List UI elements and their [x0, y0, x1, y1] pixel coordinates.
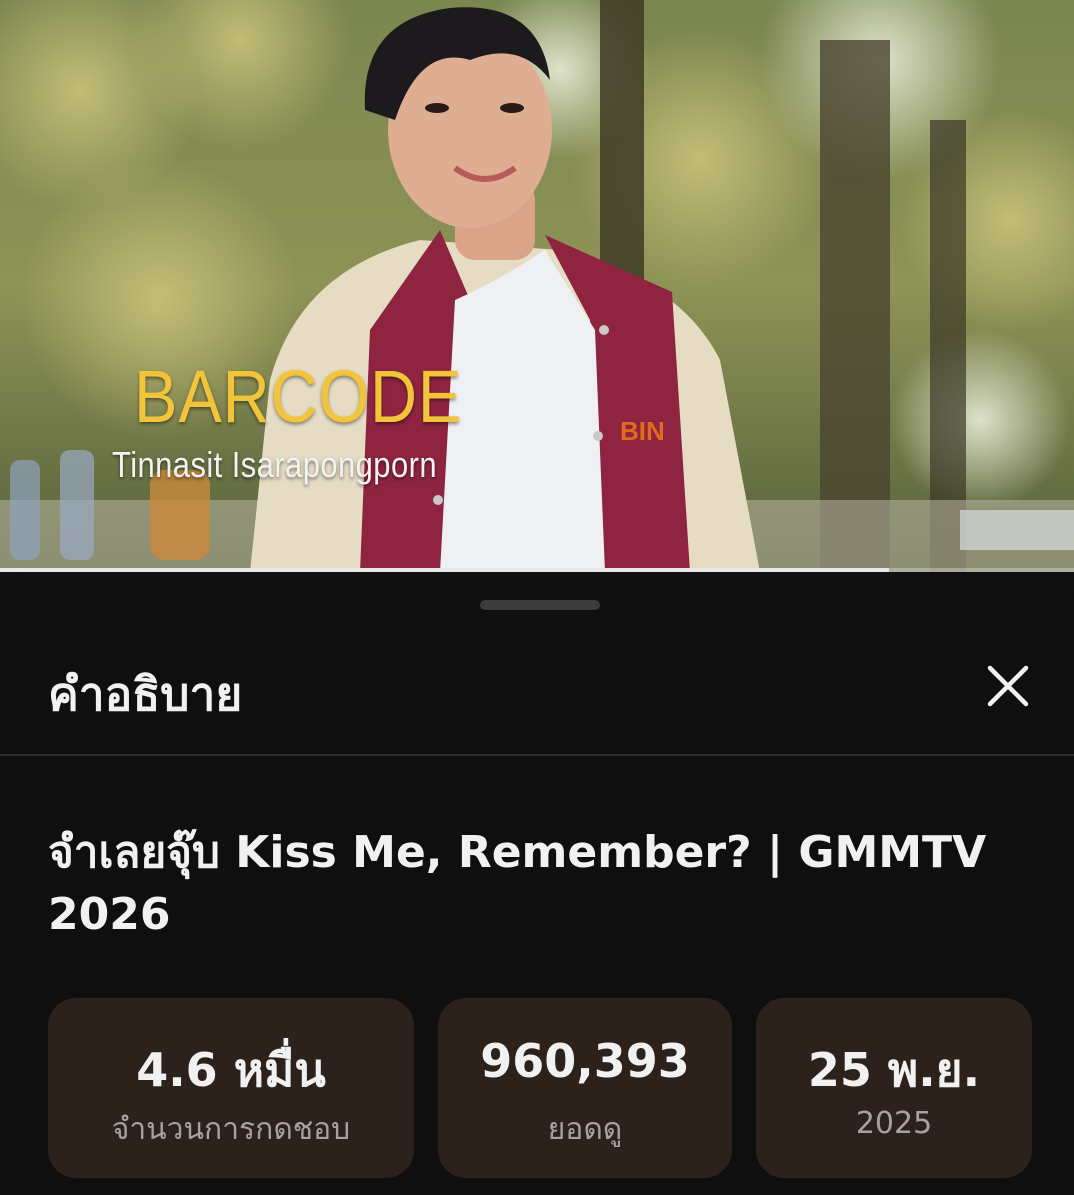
progress-bar-fill	[0, 568, 890, 572]
video-title: จำเลยจุ๊บ Kiss Me, Remember? | GMMTV 202…	[48, 827, 987, 940]
caption-subtitle: Tinnasit Isarapongporn	[112, 444, 437, 485]
views-label: ยอดดู	[547, 1112, 623, 1147]
close-icon	[987, 665, 1029, 707]
description-sheet: คำอธิบาย จำเลยจุ๊บ Kiss Me, Remember? | …	[0, 574, 1074, 1195]
upload-year: 2025	[855, 1106, 933, 1141]
close-button[interactable]	[976, 654, 1040, 718]
likes-count: 4.6 หมื่น	[136, 1043, 326, 1097]
date-stat-card: 25 พ.ย. 2025	[756, 998, 1032, 1178]
video-player[interactable]: BIN BARCODE Tinnasit Isarapongporn	[0, 0, 1074, 572]
views-count: 960,393	[480, 1034, 690, 1088]
screen: BIN BARCODE Tinnasit Isarapongporn คำอธิ…	[0, 0, 1074, 1195]
progress-bar[interactable]	[0, 568, 1074, 572]
caption-name: BARCODE	[134, 355, 463, 438]
likes-stat-card: 4.6 หมื่น จำนวนการกดชอบ	[48, 998, 414, 1178]
drag-handle[interactable]	[480, 600, 600, 610]
sheet-divider	[0, 754, 1074, 756]
jacket-text: BIN	[620, 416, 665, 446]
views-stat-card: 960,393 ยอดดู	[438, 998, 732, 1178]
likes-label: จำนวนการกดชอบ	[111, 1112, 351, 1147]
upload-date: 25 พ.ย.	[807, 1043, 981, 1097]
sheet-title: คำอธิบาย	[48, 667, 243, 721]
video-frame: BIN	[0, 0, 1074, 572]
